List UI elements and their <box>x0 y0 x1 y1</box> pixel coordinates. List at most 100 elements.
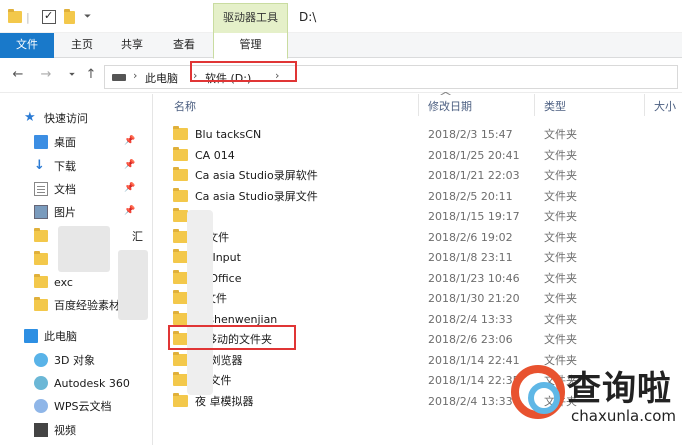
column-divider[interactable] <box>418 94 419 116</box>
file-date: 2018/1/15 19:17 <box>428 209 520 223</box>
tab-file[interactable]: 文件 <box>0 33 54 58</box>
table-row[interactable]: S uInput 2018/1/8 23:11 文件夹 <box>166 247 682 267</box>
chevron-right-icon[interactable]: › <box>133 69 137 82</box>
table-row[interactable]: Q 文件2018/2/6 19:02文件夹 <box>166 227 682 247</box>
forward-arrow-icon[interactable]: → <box>38 67 54 83</box>
download-icon: ↓ <box>34 158 45 173</box>
sidebar-item-label: 文档 <box>54 183 76 196</box>
navigation-bar: ← → ⏷ ↑ › 此电脑 › 软件 (D:) › <box>0 59 682 93</box>
column-header-size[interactable]: 大小 <box>654 98 676 114</box>
up-arrow-icon[interactable]: ↑ <box>83 67 99 83</box>
tab-manage[interactable]: 管理 <box>213 33 288 59</box>
blurred-region <box>58 226 110 272</box>
sidebar-item-this-pc[interactable]: 此电脑 <box>24 326 177 346</box>
properties-icon[interactable] <box>42 9 56 24</box>
sidebar-item-label: 视频 <box>54 424 76 437</box>
folder-icon <box>173 372 188 386</box>
folder-icon <box>8 9 22 23</box>
table-row[interactable]: Blu tacksCN 2018/2/3 15:47 文件夹 <box>166 124 682 144</box>
file-date: 2018/2/3 15:47 <box>428 127 513 141</box>
file-date: 2018/2/6 19:02 <box>428 230 513 244</box>
pin-icon[interactable]: 📌 <box>124 160 135 170</box>
sidebar-item-label: WPS云文档 <box>54 400 112 413</box>
file-date: 2018/1/14 22:41 <box>428 353 520 367</box>
column-header-name[interactable]: 名称 <box>174 98 196 114</box>
highlight-drive-crumb <box>190 61 297 82</box>
autodesk-icon <box>34 376 48 390</box>
sidebar-item-autodesk[interactable]: Autodesk 360 <box>34 373 187 393</box>
sidebar-item-3d-objects[interactable]: 3D 对象 <box>34 350 187 370</box>
folder-icon <box>173 270 188 284</box>
picture-icon <box>34 205 48 219</box>
folder-icon <box>173 208 188 222</box>
new-folder-icon[interactable] <box>64 8 75 24</box>
table-row[interactable]: Ca asia Studio录屏文件 2018/2/5 20:11 文件夹 <box>166 186 682 206</box>
sidebar-item-folder[interactable]: 汇 <box>34 226 187 246</box>
folder-icon <box>173 352 188 366</box>
quick-access-toolbar <box>8 8 22 26</box>
file-name: Ca asia Studio录屏软件 <box>195 169 318 182</box>
file-date: 2018/2/5 20:11 <box>428 189 513 203</box>
customize-toolbar-icon[interactable]: ⏷ <box>84 8 91 26</box>
wps-cloud-icon <box>34 399 48 413</box>
file-name: CA 014 <box>195 148 235 162</box>
watermark-url: chaxunla.com <box>571 407 676 425</box>
column-headers: ^ 名称 修改日期 类型 大小 <box>154 90 682 116</box>
sidebar-item-wps-cloud[interactable]: WPS云文档 <box>34 396 187 416</box>
sidebar-item-folder[interactable]: 蓝 <box>34 249 187 269</box>
table-row[interactable]: Ca asia Studio录屏软件 2018/1/21 22:03 文件夹 <box>166 165 682 185</box>
pin-icon[interactable]: 📌 <box>124 206 135 216</box>
sidebar-item-label: 3D 对象 <box>54 354 95 367</box>
table-row[interactable]: y 文件2018/1/30 21:20文件夹 <box>166 288 682 308</box>
sidebar-item-label: 快速访问 <box>44 112 88 125</box>
file-date: 2018/1/21 22:03 <box>428 168 520 182</box>
video-icon <box>34 423 48 437</box>
sidebar-item-baidu-assets[interactable]: 百度经验素材 <box>34 295 187 315</box>
file-date: 2018/2/4 13:33 <box>428 312 513 326</box>
3d-objects-icon <box>34 353 48 367</box>
tab-home[interactable]: 主页 <box>64 33 100 58</box>
column-header-date[interactable]: 修改日期 <box>428 98 472 114</box>
column-divider[interactable] <box>534 94 535 116</box>
column-divider[interactable] <box>644 94 645 116</box>
file-type: 文件夹 <box>544 272 577 285</box>
watermark-title: 查询啦 <box>567 369 672 409</box>
file-name: Ca asia Studio录屏文件 <box>195 190 318 203</box>
file-type: 文件夹 <box>544 333 577 346</box>
folder-icon <box>34 228 48 242</box>
sidebar-item-label: 图片 <box>54 206 76 219</box>
folder-icon <box>173 290 188 304</box>
pin-icon[interactable]: 📌 <box>124 136 135 146</box>
table-row[interactable]: W Office 2018/1/23 10:46 文件夹 <box>166 268 682 288</box>
file-type: 文件夹 <box>544 251 577 264</box>
sidebar-item-downloads[interactable]: ↓ 下载 📌 <box>34 156 187 176</box>
window-title: D:\ <box>299 10 317 24</box>
computer-icon <box>24 329 38 343</box>
pin-icon[interactable]: 📌 <box>124 183 135 193</box>
file-date: 2018/1/30 21:20 <box>428 291 520 305</box>
star-icon: ★ <box>24 110 36 125</box>
sidebar-item-label: 桌面 <box>54 136 76 149</box>
folder-icon <box>173 147 188 161</box>
tab-view[interactable]: 查看 <box>166 33 202 58</box>
sidebar-item-videos[interactable]: 视频 <box>34 420 187 440</box>
sidebar-item-desktop[interactable]: 桌面 📌 <box>34 132 187 152</box>
column-header-type[interactable]: 类型 <box>544 98 566 114</box>
toolbar-divider: | <box>26 10 30 24</box>
file-date: 2018/2/4 13:33 <box>428 394 513 408</box>
recent-locations-icon[interactable]: ⏷ <box>64 67 80 83</box>
navigation-pane: ★ 快速访问 桌面 📌 ↓ 下载 📌 文档 📌 图片 📌 汇 蓝 exc 百度经… <box>0 94 153 445</box>
file-type: 文件夹 <box>544 128 577 141</box>
back-arrow-icon[interactable]: ← <box>10 67 26 83</box>
sidebar-item-folder[interactable]: exc <box>34 272 187 292</box>
breadcrumb-this-pc[interactable]: 此电脑 <box>145 70 178 86</box>
drive-icon <box>112 74 126 81</box>
folder-icon <box>173 229 188 243</box>
table-row[interactable]: CA 014 2018/1/25 20:41 文件夹 <box>166 145 682 165</box>
tab-share[interactable]: 共享 <box>114 33 150 58</box>
folder-icon <box>173 249 188 263</box>
folder-icon <box>34 274 48 288</box>
sidebar-item-documents[interactable]: 文档 📌 <box>34 179 187 199</box>
table-row[interactable]: p 62018/1/15 19:17文件夹 <box>166 206 682 226</box>
sidebar-item-pictures[interactable]: 图片 📌 <box>34 202 187 222</box>
